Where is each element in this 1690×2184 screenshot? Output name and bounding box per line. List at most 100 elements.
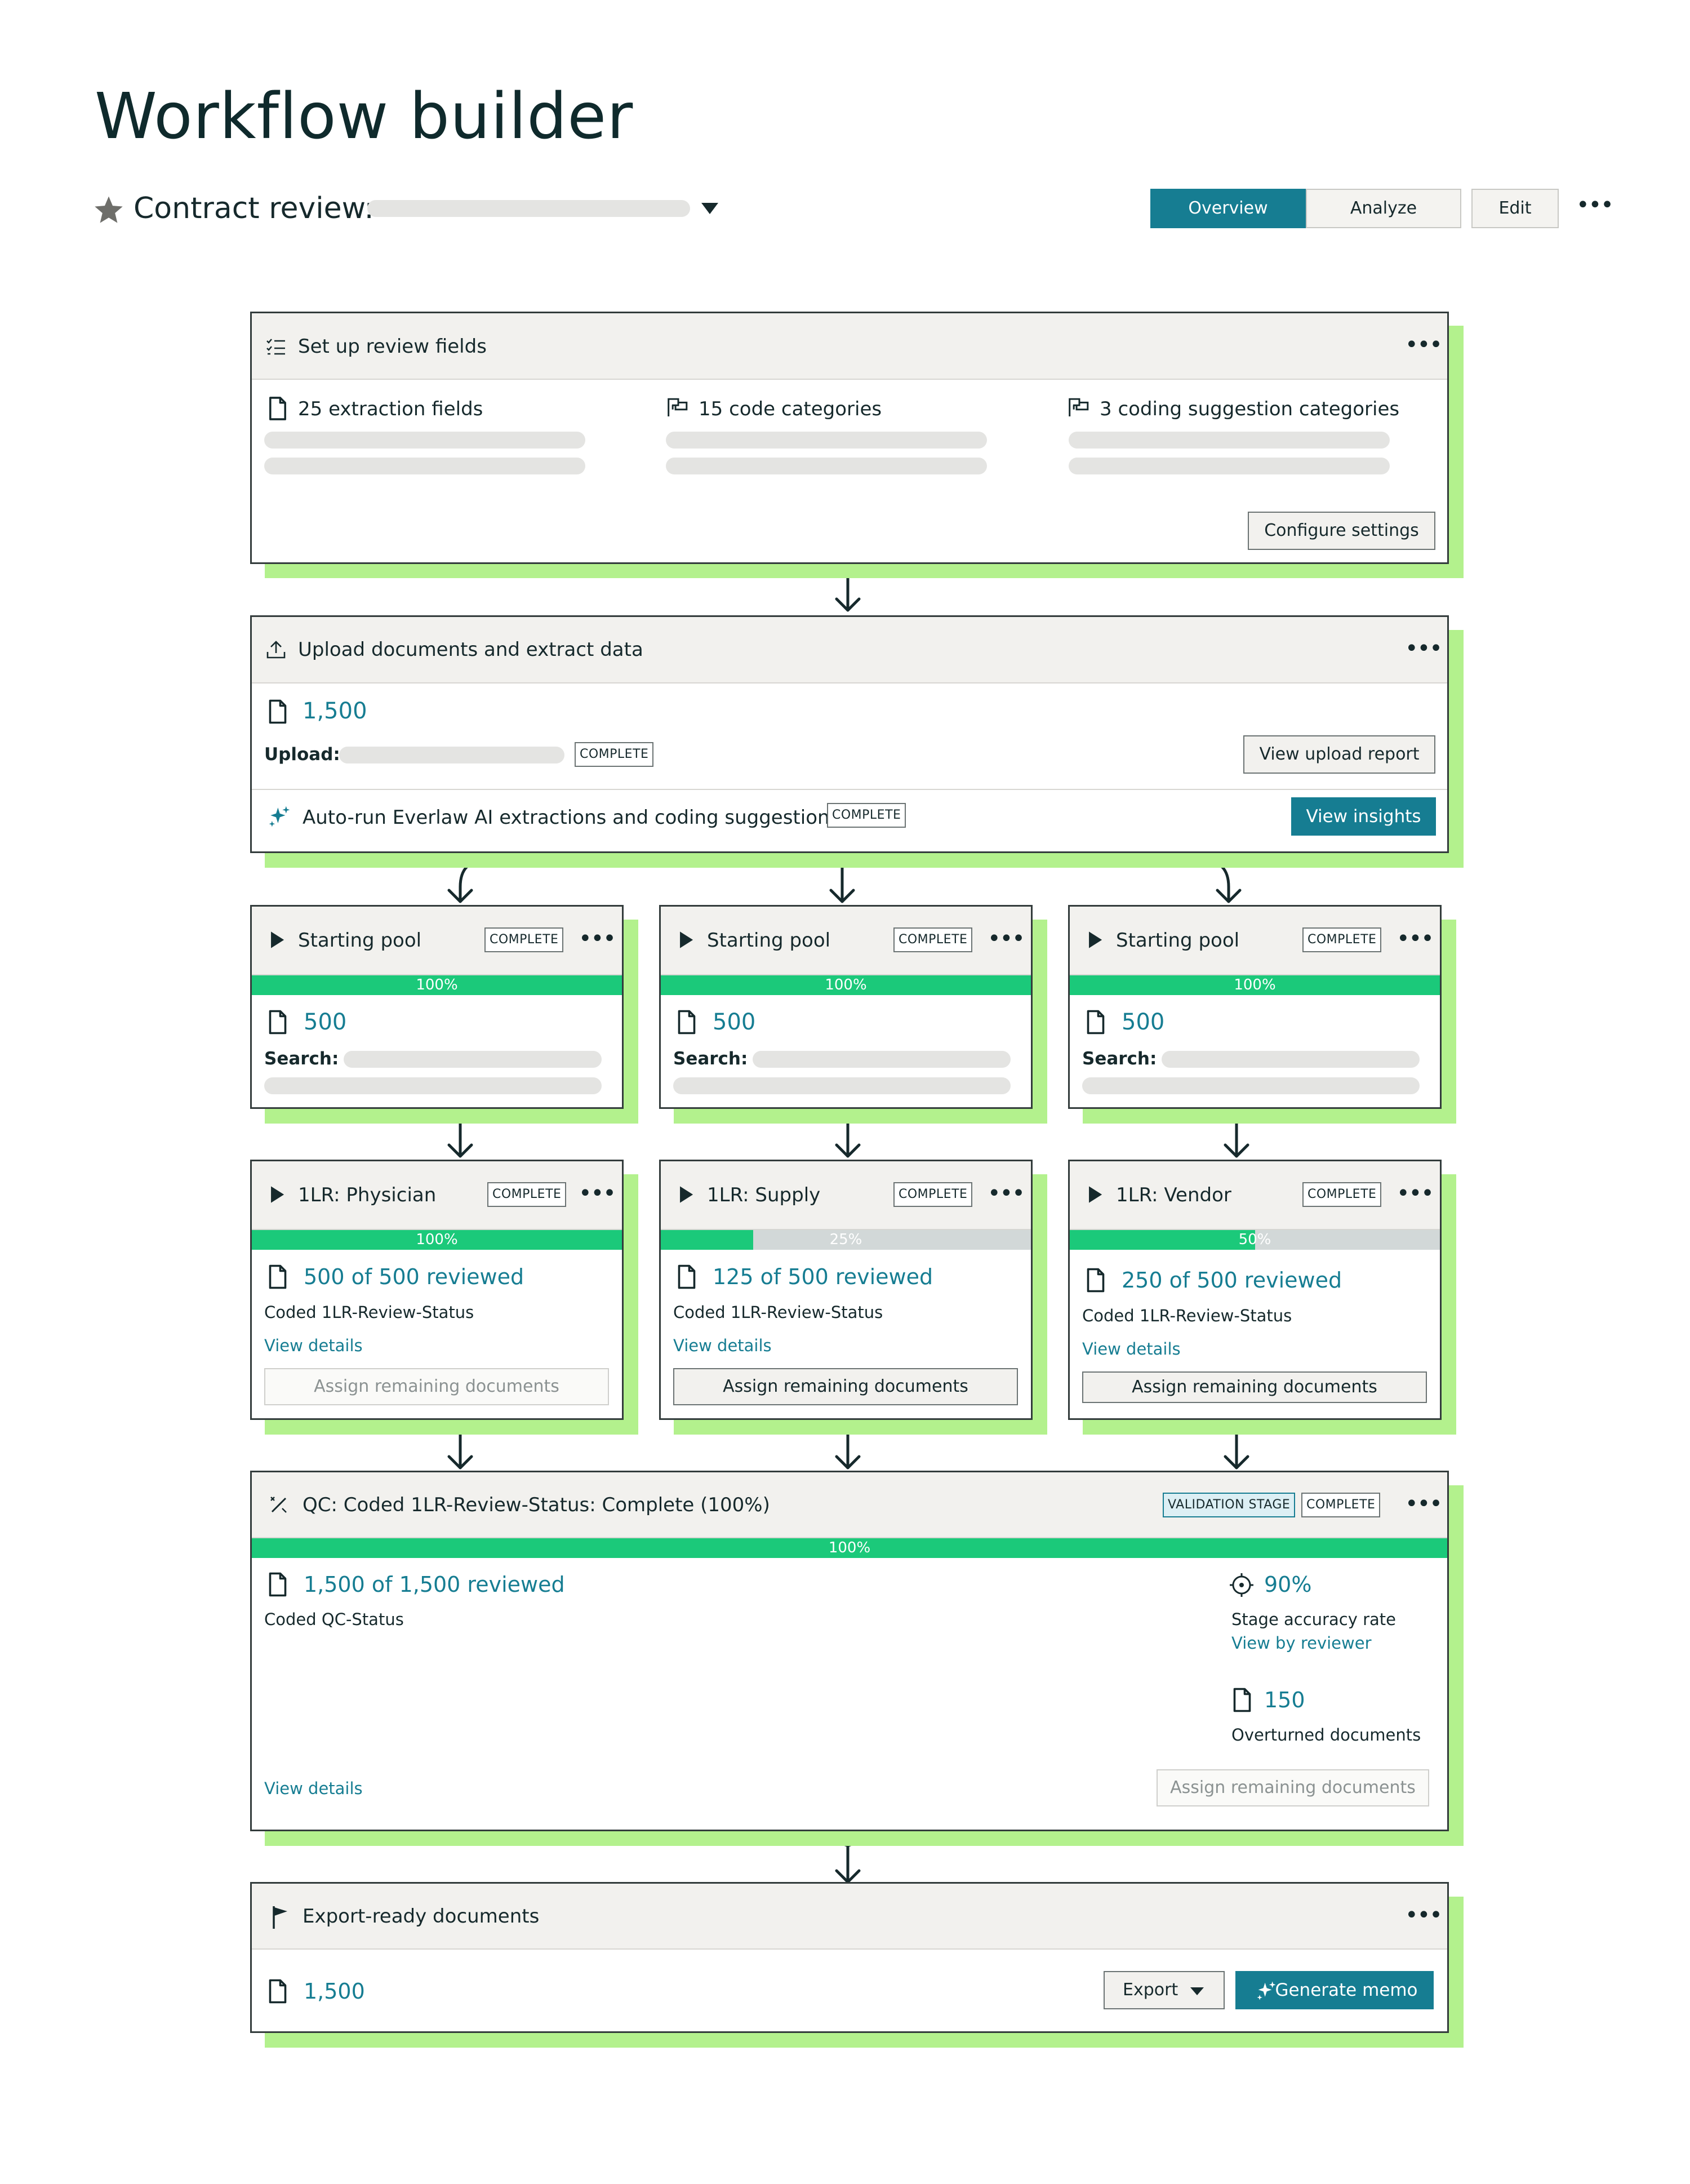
placeholder-line	[673, 1077, 1011, 1094]
document-icon	[268, 699, 288, 725]
generate-memo-label: Generate memo	[1275, 1980, 1418, 2000]
play-icon[interactable]	[1087, 1185, 1104, 1204]
assign-remaining-button[interactable]: Assign remaining documents	[1157, 1769, 1429, 1806]
coded-label: Coded 1LR-Review-Status	[1082, 1306, 1292, 1325]
play-icon[interactable]	[1087, 930, 1104, 949]
status-badge: COMPLETE	[484, 927, 564, 952]
upload-icon	[266, 641, 286, 659]
setup-title: Set up review fields	[298, 335, 487, 358]
progress-bar: 100%	[252, 975, 622, 995]
validation-stage-badge: VALIDATION STAGE	[1163, 1493, 1296, 1517]
progress-bar: 100%	[1070, 975, 1440, 995]
progress-label: 50%	[1238, 1231, 1271, 1248]
view-details-link[interactable]: View details	[264, 1778, 363, 1799]
pool-header: Starting pool COMPLETE •••	[1070, 907, 1440, 975]
accuracy-rate: 90%	[1264, 1572, 1312, 1597]
view-upload-report-button[interactable]: View upload report	[1243, 735, 1435, 774]
play-icon[interactable]	[269, 930, 286, 949]
generate-memo-button[interactable]: Generate memo	[1235, 1971, 1434, 2009]
coded-label: Coded 1LR-Review-Status	[264, 1303, 474, 1322]
status-badge: COMPLETE	[487, 1182, 567, 1207]
configure-settings-button[interactable]: Configure settings	[1248, 512, 1435, 550]
progress-label: 100%	[828, 1539, 871, 1556]
sparkle-icon	[1256, 1980, 1277, 2001]
accuracy-label: Stage accuracy rate	[1231, 1610, 1396, 1629]
review-title: 1LR: Vendor	[1116, 1184, 1231, 1206]
progress-bar: 100%	[661, 975, 1031, 995]
more-options-icon[interactable]: •••	[1405, 1904, 1443, 1931]
starting-pool-card: Starting pool COMPLETE ••• 100% 500 Sear…	[1068, 905, 1442, 1109]
more-options-icon[interactable]: •••	[1405, 1493, 1443, 1520]
status-badge: COMPLETE	[827, 803, 906, 828]
document-icon	[268, 1572, 288, 1597]
code-categories-label: 15 code categories	[699, 398, 882, 420]
placeholder-line	[264, 1077, 602, 1094]
flag-categories-icon	[1068, 397, 1091, 418]
play-icon[interactable]	[269, 1185, 286, 1204]
export-dropdown-button[interactable]: Export	[1104, 1971, 1225, 2009]
document-icon	[268, 1264, 288, 1290]
placeholder-line	[666, 432, 987, 449]
progress-bar: 100%	[252, 1230, 622, 1250]
progress-label: 100%	[416, 1231, 458, 1248]
pool-title: Starting pool	[1116, 929, 1240, 952]
more-options-icon[interactable]: •••	[1397, 927, 1434, 955]
view-details-link[interactable]: View details	[1082, 1339, 1181, 1359]
overturned-count: 150	[1264, 1688, 1305, 1712]
document-icon	[1232, 1687, 1252, 1713]
document-count: 500	[1122, 1009, 1165, 1035]
upload-title: Upload documents and extract data	[298, 638, 643, 661]
status-badge: COMPLETE	[1302, 927, 1382, 952]
export-title: Export-ready documents	[303, 1905, 540, 1928]
search-label: Search:	[264, 1049, 339, 1069]
status-badge: COMPLETE	[893, 927, 973, 952]
pool-title: Starting pool	[707, 929, 831, 952]
more-options-icon[interactable]: •••	[988, 927, 1025, 955]
assign-remaining-button[interactable]: Assign remaining documents	[673, 1368, 1018, 1405]
placeholder-line	[1069, 458, 1390, 474]
view-details-link[interactable]: View details	[264, 1335, 363, 1356]
search-label: Search:	[673, 1049, 748, 1069]
more-options-icon[interactable]: •••	[1397, 1182, 1434, 1209]
pool-header: Starting pool COMPLETE •••	[252, 907, 622, 975]
extraction-fields-label: 25 extraction fields	[298, 398, 483, 420]
progress-label: 100%	[416, 976, 458, 993]
progress-label: 100%	[825, 976, 867, 993]
more-options-icon[interactable]: •••	[579, 1182, 616, 1209]
export-card: Export-ready documents ••• 1,500 Export …	[250, 1882, 1449, 2033]
starting-pool-card: Starting pool COMPLETE ••• 100% 500 Sear…	[250, 905, 624, 1109]
upload-card: Upload documents and extract data ••• 1,…	[250, 615, 1449, 853]
status-badge: COMPLETE	[1302, 1182, 1382, 1207]
placeholder-line	[264, 458, 585, 474]
assign-remaining-button[interactable]: Assign remaining documents	[1082, 1371, 1427, 1403]
progress-bar: 50%	[1070, 1230, 1440, 1250]
coded-label: Coded 1LR-Review-Status	[673, 1303, 883, 1322]
assign-remaining-button[interactable]: Assign remaining documents	[264, 1368, 609, 1405]
play-icon[interactable]	[678, 930, 695, 949]
more-options-icon[interactable]: •••	[579, 927, 616, 955]
qc-title: QC: Coded 1LR-Review-Status: Complete (1…	[303, 1494, 770, 1516]
more-options-icon[interactable]: •••	[1405, 334, 1443, 361]
play-icon[interactable]	[678, 1185, 695, 1204]
review-card-supply: 1LR: Supply COMPLETE ••• 25% 125 of 500 …	[659, 1160, 1033, 1420]
more-options-icon[interactable]: •••	[988, 1182, 1025, 1209]
flag-categories-icon	[666, 397, 690, 418]
chevron-down-icon	[1190, 1987, 1204, 1995]
document-icon	[677, 1264, 697, 1290]
review-header: 1LR: Physician COMPLETE •••	[252, 1161, 622, 1230]
view-by-reviewer-link[interactable]: View by reviewer	[1231, 1633, 1372, 1653]
setup-header: Set up review fields •••	[252, 313, 1447, 380]
ai-extraction-label: Auto-run Everlaw AI extractions and codi…	[303, 806, 840, 829]
status-badge: COMPLETE	[1301, 1493, 1381, 1517]
reviewed-count: 125 of 500 reviewed	[713, 1264, 933, 1289]
more-options-icon[interactable]: •••	[1405, 637, 1443, 664]
qc-card: QC: Coded 1LR-Review-Status: Complete (1…	[250, 1471, 1449, 1831]
pool-title: Starting pool	[298, 929, 422, 952]
document-count: 500	[713, 1009, 756, 1035]
progress-bar: 25%	[661, 1230, 1031, 1250]
view-insights-button[interactable]: View insights	[1291, 797, 1436, 836]
coded-label: Coded QC-Status	[264, 1610, 404, 1629]
view-details-link[interactable]: View details	[673, 1335, 772, 1356]
placeholder-line	[264, 432, 585, 449]
status-badge: COMPLETE	[893, 1182, 973, 1207]
